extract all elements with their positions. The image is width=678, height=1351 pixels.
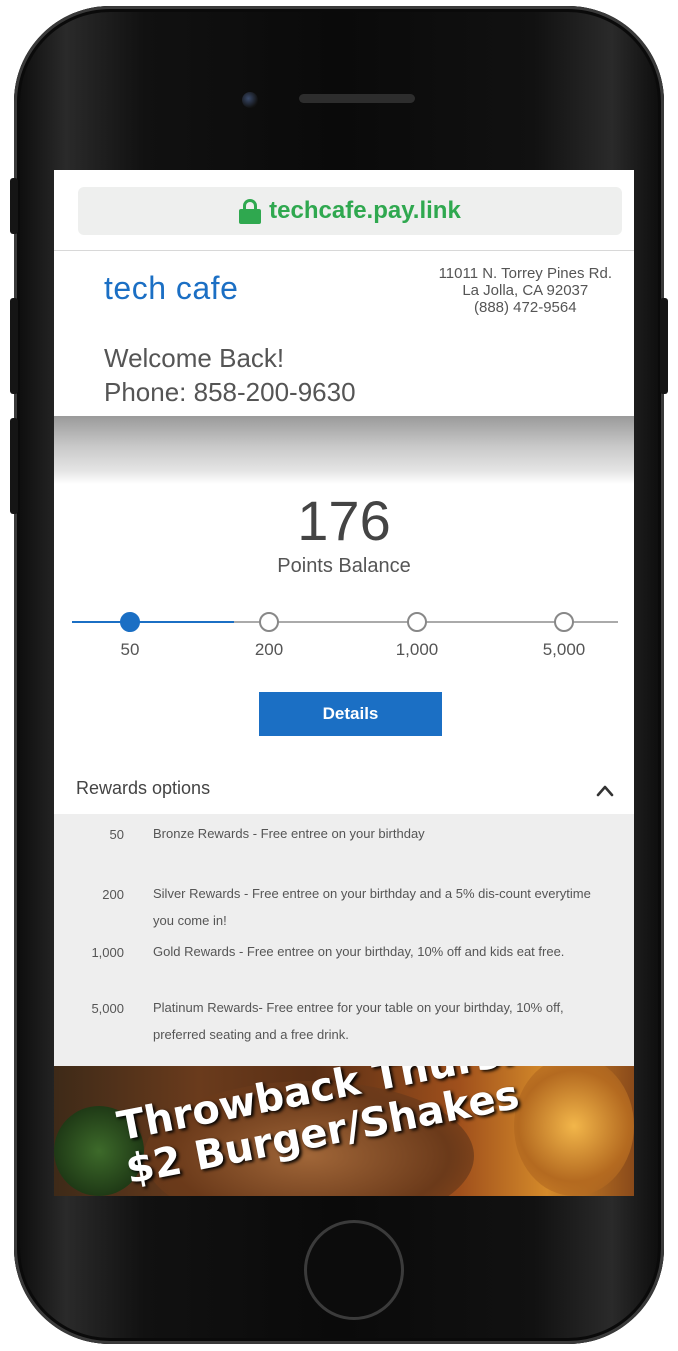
address-bar[interactable]: techcafe.pay.link: [78, 187, 622, 235]
mute-switch: [10, 178, 18, 234]
welcome-block: Welcome Back! Phone: 858-200-9630: [104, 341, 356, 409]
header-divider-band: [54, 416, 634, 484]
reward-description: Bronze Rewards - Free entree on your bir…: [153, 826, 425, 841]
speaker-grille: [299, 94, 415, 103]
tier-marker-3: [407, 612, 427, 632]
volume-down-button: [10, 418, 18, 514]
tier-progress-fill: [72, 621, 234, 623]
promo-background-light: [514, 1066, 634, 1196]
reward-description: Platinum Rewards- Free entree for your t…: [153, 1000, 564, 1042]
points-balance-value: 176: [297, 489, 391, 552]
points-balance-label: Points Balance: [277, 555, 411, 577]
reward-points: 200: [102, 887, 124, 902]
address-street: 11011 N. Torrey Pines Rd.: [438, 265, 612, 282]
promo-banner[interactable]: Throwback Thurs. $2 Burger/Shakes: [54, 1066, 634, 1196]
address-city: La Jolla, CA 92037: [462, 282, 589, 299]
reward-points: 5,000: [91, 1001, 124, 1016]
home-button[interactable]: [304, 1220, 404, 1320]
volume-up-button: [10, 298, 18, 394]
details-button[interactable]: Details: [259, 692, 442, 736]
power-button: [660, 298, 668, 394]
tier-marker-2: [259, 612, 279, 632]
url-text: techcafe.pay.link: [269, 197, 461, 224]
tier-marker-4: [554, 612, 574, 632]
browser-toolbar: techcafe.pay.link: [54, 170, 634, 251]
tier-label-1: 50: [120, 640, 140, 659]
tier-label-3: 1,000: [395, 640, 439, 659]
rewards-options-header[interactable]: Rewards options: [54, 766, 634, 814]
reward-points: 1,000: [91, 945, 124, 960]
reward-description: Silver Rewards - Free entree on your bir…: [153, 886, 591, 928]
customer-phone: Phone: 858-200-9630: [104, 377, 356, 407]
store-address: 11011 N. Torrey Pines Rd. La Jolla, CA 9…: [439, 265, 612, 316]
lock-icon: [239, 199, 262, 224]
tier-marker-1: [120, 612, 140, 632]
chevron-up-icon[interactable]: [596, 782, 614, 800]
brand-logo: tech cafe: [104, 270, 239, 306]
camera-icon: [242, 92, 258, 108]
rewards-options-title: Rewards options: [76, 778, 211, 798]
welcome-message: Welcome Back!: [104, 343, 285, 373]
phone-screen: techcafe.pay.link tech cafe 11011 N. Tor…: [54, 170, 634, 1196]
tier-label-4: 5,000: [542, 640, 586, 659]
tier-label-2: 200: [254, 640, 284, 659]
reward-points: 50: [109, 827, 124, 842]
rewards-options-list: 50 Bronze Rewards - Free entree on your …: [54, 814, 634, 1066]
address-phone: (888) 472-9564: [473, 299, 577, 316]
reward-description: Gold Rewards - Free entree on your birth…: [153, 944, 565, 959]
